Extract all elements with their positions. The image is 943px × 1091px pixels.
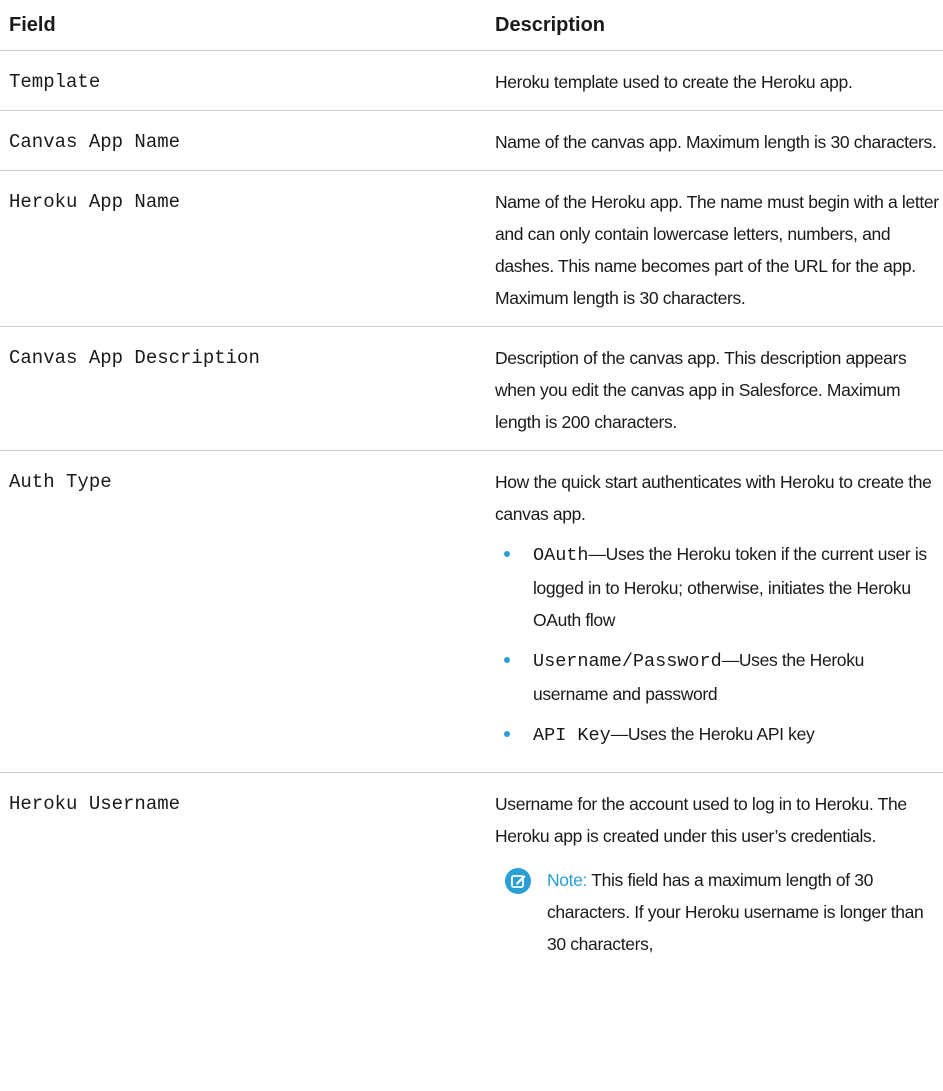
description-text: How the quick start authenticates with H… [495,472,932,524]
table-row-canvas-app-name: Canvas App Name Name of the canvas app. … [0,111,943,171]
field-name: Template [9,71,101,93]
field-description: Description of the canvas app. This desc… [475,327,943,450]
field-description: Name of the Heroku app. The name must be… [475,171,943,326]
field-name: Auth Type [9,471,112,493]
list-item: OAuth—Uses the Heroku token if the curre… [495,538,939,636]
description-text: Name of the Heroku app. The name must be… [495,192,939,308]
table-row-heroku-app-name: Heroku App Name Name of the Heroku app. … [0,171,943,327]
note-text: This field has a maximum length of 30 ch… [547,870,924,954]
option-code: Username/Password [533,651,722,672]
field-description: Name of the canvas app. Maximum length i… [475,111,943,170]
description-column-header: Description [495,14,606,36]
list-item: Username/Password—Uses the Heroku userna… [495,644,939,710]
bullet-icon [504,731,510,737]
table-row-template: Template Heroku template used to create … [0,51,943,111]
field-description: How the quick start authenticates with H… [475,451,943,772]
auth-type-options: OAuth—Uses the Heroku token if the curre… [495,538,939,752]
note-label: Note: [547,870,588,890]
bullet-icon [504,657,510,663]
description-text: Heroku template used to create the Herok… [495,72,853,92]
field-name: Heroku App Name [9,191,181,213]
option-text: —Uses the Heroku API key [610,724,815,744]
option-text: —Uses the Heroku token if the current us… [533,544,927,630]
field-name: Canvas App Name [9,131,181,153]
field-description-table: Field Description Template Heroku templa… [0,0,943,972]
option-code: OAuth [533,545,589,566]
field-name: Canvas App Description [9,347,260,369]
table-row-auth-type: Auth Type How the quick start authentica… [0,451,943,773]
option-code: API Key [533,725,611,746]
description-text: Username for the account used to log in … [495,794,907,846]
field-description: Heroku template used to create the Herok… [475,51,943,110]
table-header: Field Description [0,0,943,51]
field-name: Heroku Username [9,793,181,815]
table-row-canvas-app-description: Canvas App Description Description of th… [0,327,943,451]
note-callout: Note: This field has a maximum length of… [495,864,939,960]
table-row-heroku-username: Heroku Username Username for the account… [0,773,943,972]
field-description: Username for the account used to log in … [475,773,943,972]
description-text: Description of the canvas app. This desc… [495,348,907,432]
bullet-icon [504,551,510,557]
field-column-header: Field [9,14,56,36]
description-text: Name of the canvas app. Maximum length i… [495,132,937,152]
list-item: API Key—Uses the Heroku API key [495,718,939,752]
note-edit-icon [505,868,531,894]
